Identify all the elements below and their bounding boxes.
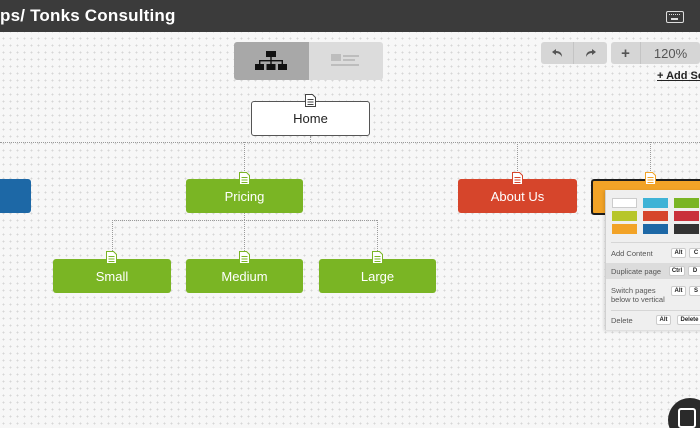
sitemap-icon [255,51,288,70]
color-swatch[interactable] [643,211,668,221]
shortcut-key: Alt [656,315,671,325]
node-large[interactable]: Large [319,259,436,293]
node-label: About Us [490,188,545,204]
color-swatch[interactable] [612,224,637,234]
page-icon[interactable] [106,251,117,264]
color-swatch[interactable] [643,224,668,234]
shortcut-key: S [689,286,700,296]
node-label: Medium [221,268,268,284]
page-icon[interactable] [512,172,523,185]
color-swatch[interactable] [674,224,699,234]
node-label: Home [293,111,328,126]
node-label: Small [95,268,129,284]
shortcut-key: Alt [671,286,686,296]
page-icon[interactable] [305,94,316,107]
page-icon[interactable] [239,172,250,185]
history-controls [541,42,607,64]
color-swatch[interactable] [674,198,699,208]
color-swatch[interactable] [612,211,637,221]
shortcut-key: Alt [671,248,686,258]
page-icon[interactable] [372,251,383,264]
divider [611,242,700,243]
connector [0,142,700,143]
undo-icon [552,49,562,57]
zoom-in-button[interactable]: + [611,42,641,64]
node-options-popover: Add Content Alt C Duplicate page Ctrl D … [605,190,700,330]
color-swatch[interactable] [674,211,699,221]
title-bar: ps/ Tonks Consulting [0,0,700,32]
divider [611,310,700,311]
shortcut-key: Delete [677,315,700,325]
shortcut-key: C [689,248,700,258]
zoom-level[interactable]: 120% [641,42,700,64]
node-label: Large [360,268,395,284]
menu-label: Delete [611,315,633,325]
zoom-controls: + 120% [611,42,700,64]
connector [244,213,245,220]
view-toggle [234,42,383,80]
chat-icon[interactable] [668,398,700,428]
tree-view-button[interactable] [234,42,309,80]
color-swatch[interactable] [643,198,668,208]
page-icon[interactable] [645,172,656,185]
page-title: ps/ Tonks Consulting [0,6,176,25]
menu-duplicate-page[interactable]: Duplicate page [606,263,700,279]
keyboard-icon[interactable] [666,11,684,23]
redo-icon [585,49,596,57]
page-icon[interactable] [239,251,250,264]
menu-label: Add Content [611,248,653,258]
menu-label: Duplicate page [611,266,662,276]
redo-button[interactable] [574,42,607,64]
list-view-button[interactable] [308,42,383,80]
menu-label: below to vertical [611,295,665,304]
undo-button[interactable] [541,42,574,64]
node-label: Pricing [224,188,265,204]
color-swatch[interactable] [612,198,637,208]
list-icon [330,54,359,66]
node-partial-left[interactable] [0,179,31,213]
menu-label: Switch pages [611,286,656,295]
add-section-link[interactable]: + Add Se [657,70,700,82]
node-medium[interactable]: Medium [186,259,303,293]
shortcut-key: Ctrl [669,266,685,276]
shortcut-key: D [688,266,700,276]
node-small[interactable]: Small [53,259,171,293]
